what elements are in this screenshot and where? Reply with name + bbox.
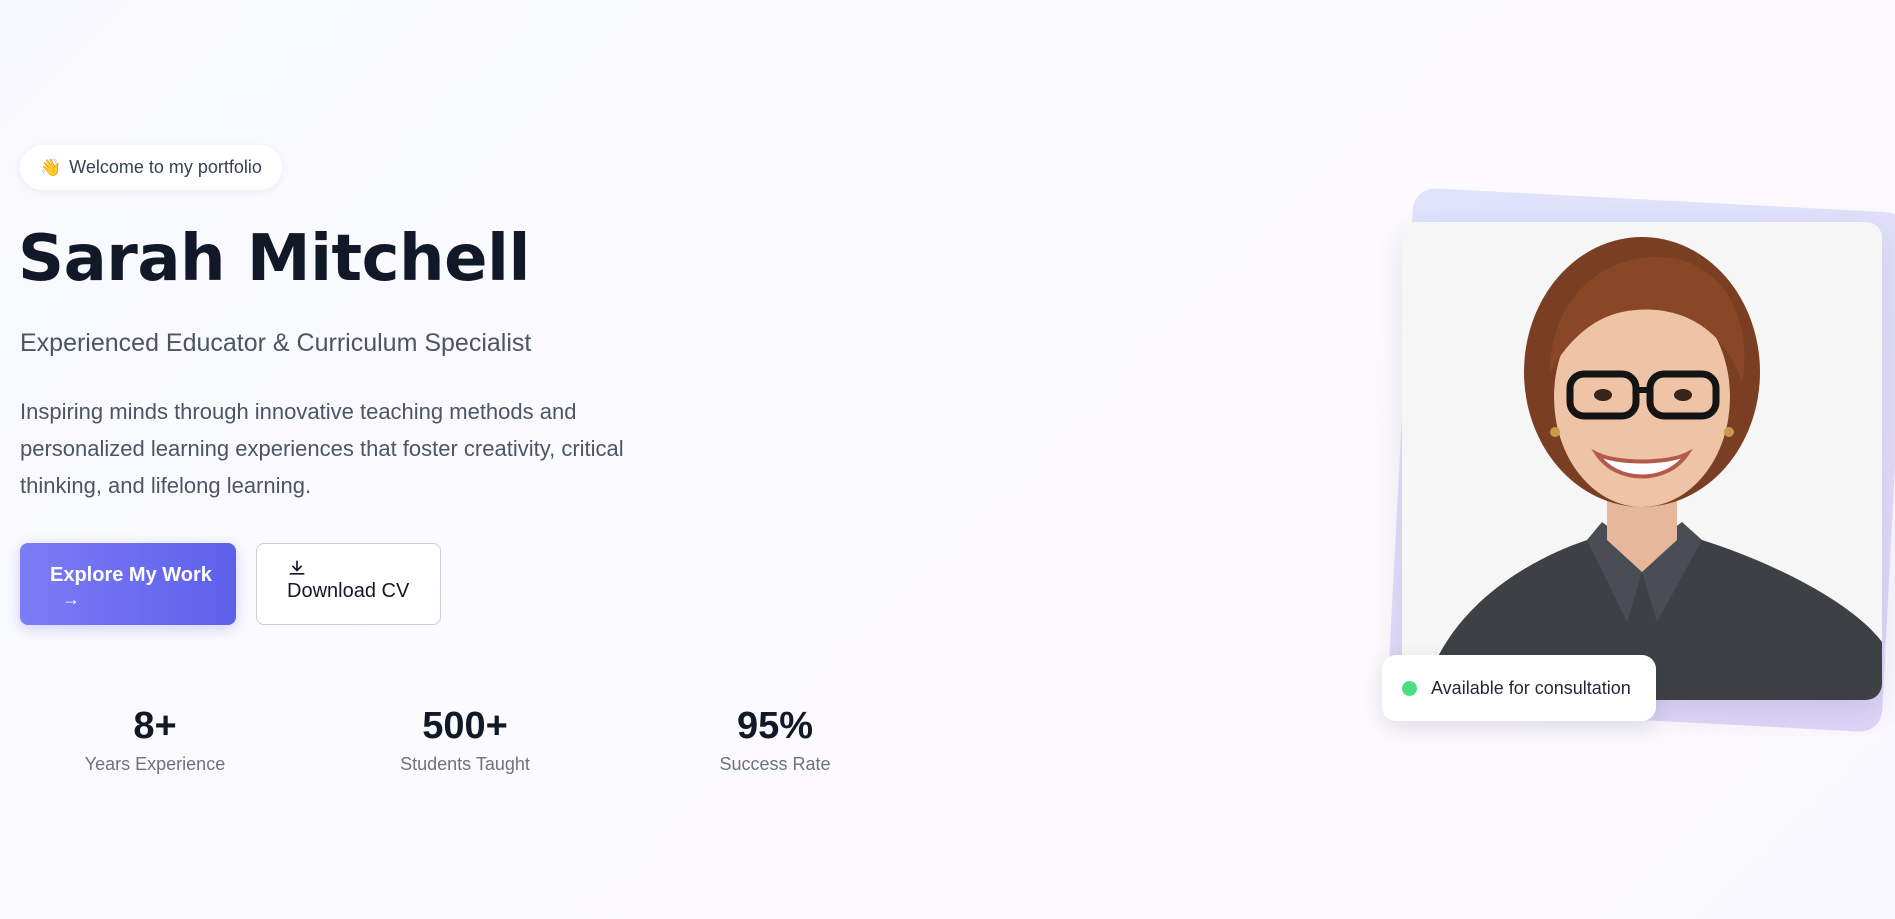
availability-text: Available for consultation [1431,677,1631,698]
stat-years-experience: 8+ Years Experience [45,705,265,775]
arrow-right-icon: → [62,589,80,609]
stat-label: Success Rate [719,754,831,774]
stat-students-taught: 500+ Students Taught [355,705,575,775]
profile-photo-frame [1380,187,1895,733]
stat-label: Students Taught [400,754,530,774]
profile-photo [1402,222,1882,700]
download-cv-label: Download CV [287,580,410,602]
stat-value: 500+ [422,705,508,747]
stat-label: Years Experience [84,754,226,774]
welcome-badge-text: Welcome to my portfolio [69,157,262,177]
explore-work-button[interactable]: Explore My Work → [20,543,236,625]
explore-work-label: Explore My Work [50,564,212,586]
availability-badge: Available for consultation [1382,655,1656,721]
page-title: Sarah Mitchell [18,222,530,296]
download-cv-button[interactable]: Download CV [256,543,441,625]
stat-value: 8+ [133,705,177,747]
stat-value: 95% [736,705,814,747]
welcome-badge: 👋 Welcome to my portfolio [20,145,282,190]
download-icon [289,560,305,575]
status-dot-icon [1402,680,1417,696]
waving-hand-icon: 👋 [40,158,62,177]
stat-success-rate: 95% Success Rate [665,705,885,775]
hero-description: Inspiring minds through innovative teach… [20,399,624,498]
hero-subtitle: Experienced Educator & Curriculum Specia… [20,329,532,357]
